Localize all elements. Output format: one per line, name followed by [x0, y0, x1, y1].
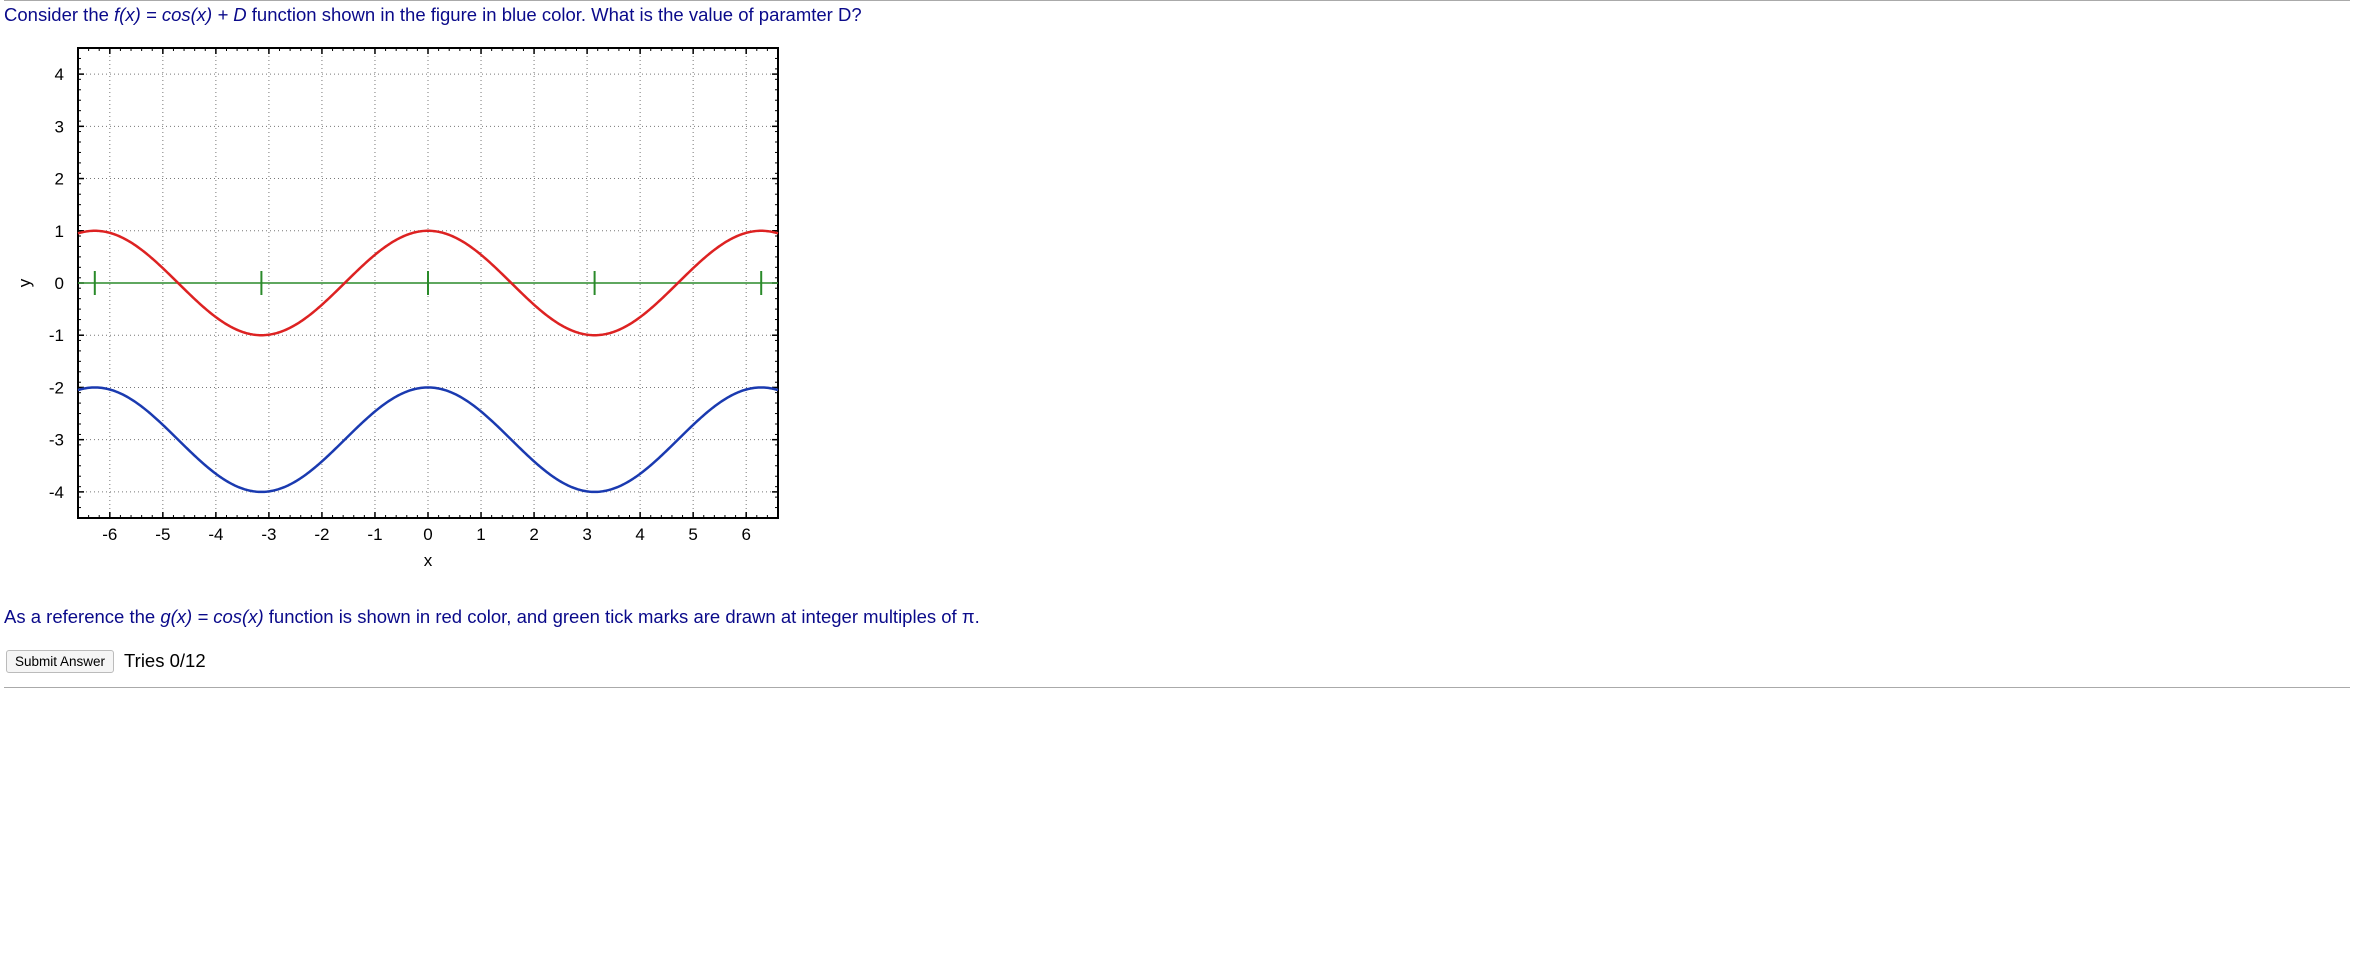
- svg-text:-1: -1: [367, 525, 382, 544]
- svg-text:-4: -4: [49, 483, 64, 502]
- svg-text:4: 4: [635, 525, 644, 544]
- svg-text:0: 0: [423, 525, 432, 544]
- submit-answer-button[interactable]: Submit Answer: [6, 650, 114, 673]
- chart-figure: -6 -5 -4 -3 -2 -1 0 1 2 3 4 5 6 -4 -3 -2 -1 0 1 2 3 4 x y: [4, 38, 2350, 588]
- svg-text:-3: -3: [261, 525, 276, 544]
- question-text: Consider the f(x) = cos(x) + D function …: [4, 1, 2350, 38]
- svg-text:2: 2: [55, 170, 64, 189]
- svg-text:-6: -6: [102, 525, 117, 544]
- svg-text:-4: -4: [208, 525, 223, 544]
- reference-text: As a reference the g(x) = cos(x) functio…: [4, 588, 2350, 646]
- svg-text:6: 6: [741, 525, 750, 544]
- svg-text:-2: -2: [314, 525, 329, 544]
- svg-text:-1: -1: [49, 326, 64, 345]
- svg-text:3: 3: [582, 525, 591, 544]
- svg-text:-5: -5: [155, 525, 170, 544]
- svg-text:1: 1: [476, 525, 485, 544]
- svg-text:1: 1: [55, 222, 64, 241]
- tries-counter: Tries 0/12: [124, 650, 206, 672]
- svg-text:4: 4: [55, 65, 64, 84]
- svg-text:-3: -3: [49, 431, 64, 450]
- function-f: f(x) = cos(x) + D: [114, 4, 247, 25]
- svg-text:y: y: [15, 278, 34, 287]
- svg-text:5: 5: [688, 525, 697, 544]
- svg-text:x: x: [424, 551, 433, 570]
- svg-text:-2: -2: [49, 378, 64, 397]
- svg-text:3: 3: [55, 117, 64, 136]
- svg-text:0: 0: [55, 274, 64, 293]
- function-g: g(x) = cos(x): [160, 606, 263, 627]
- svg-text:2: 2: [529, 525, 538, 544]
